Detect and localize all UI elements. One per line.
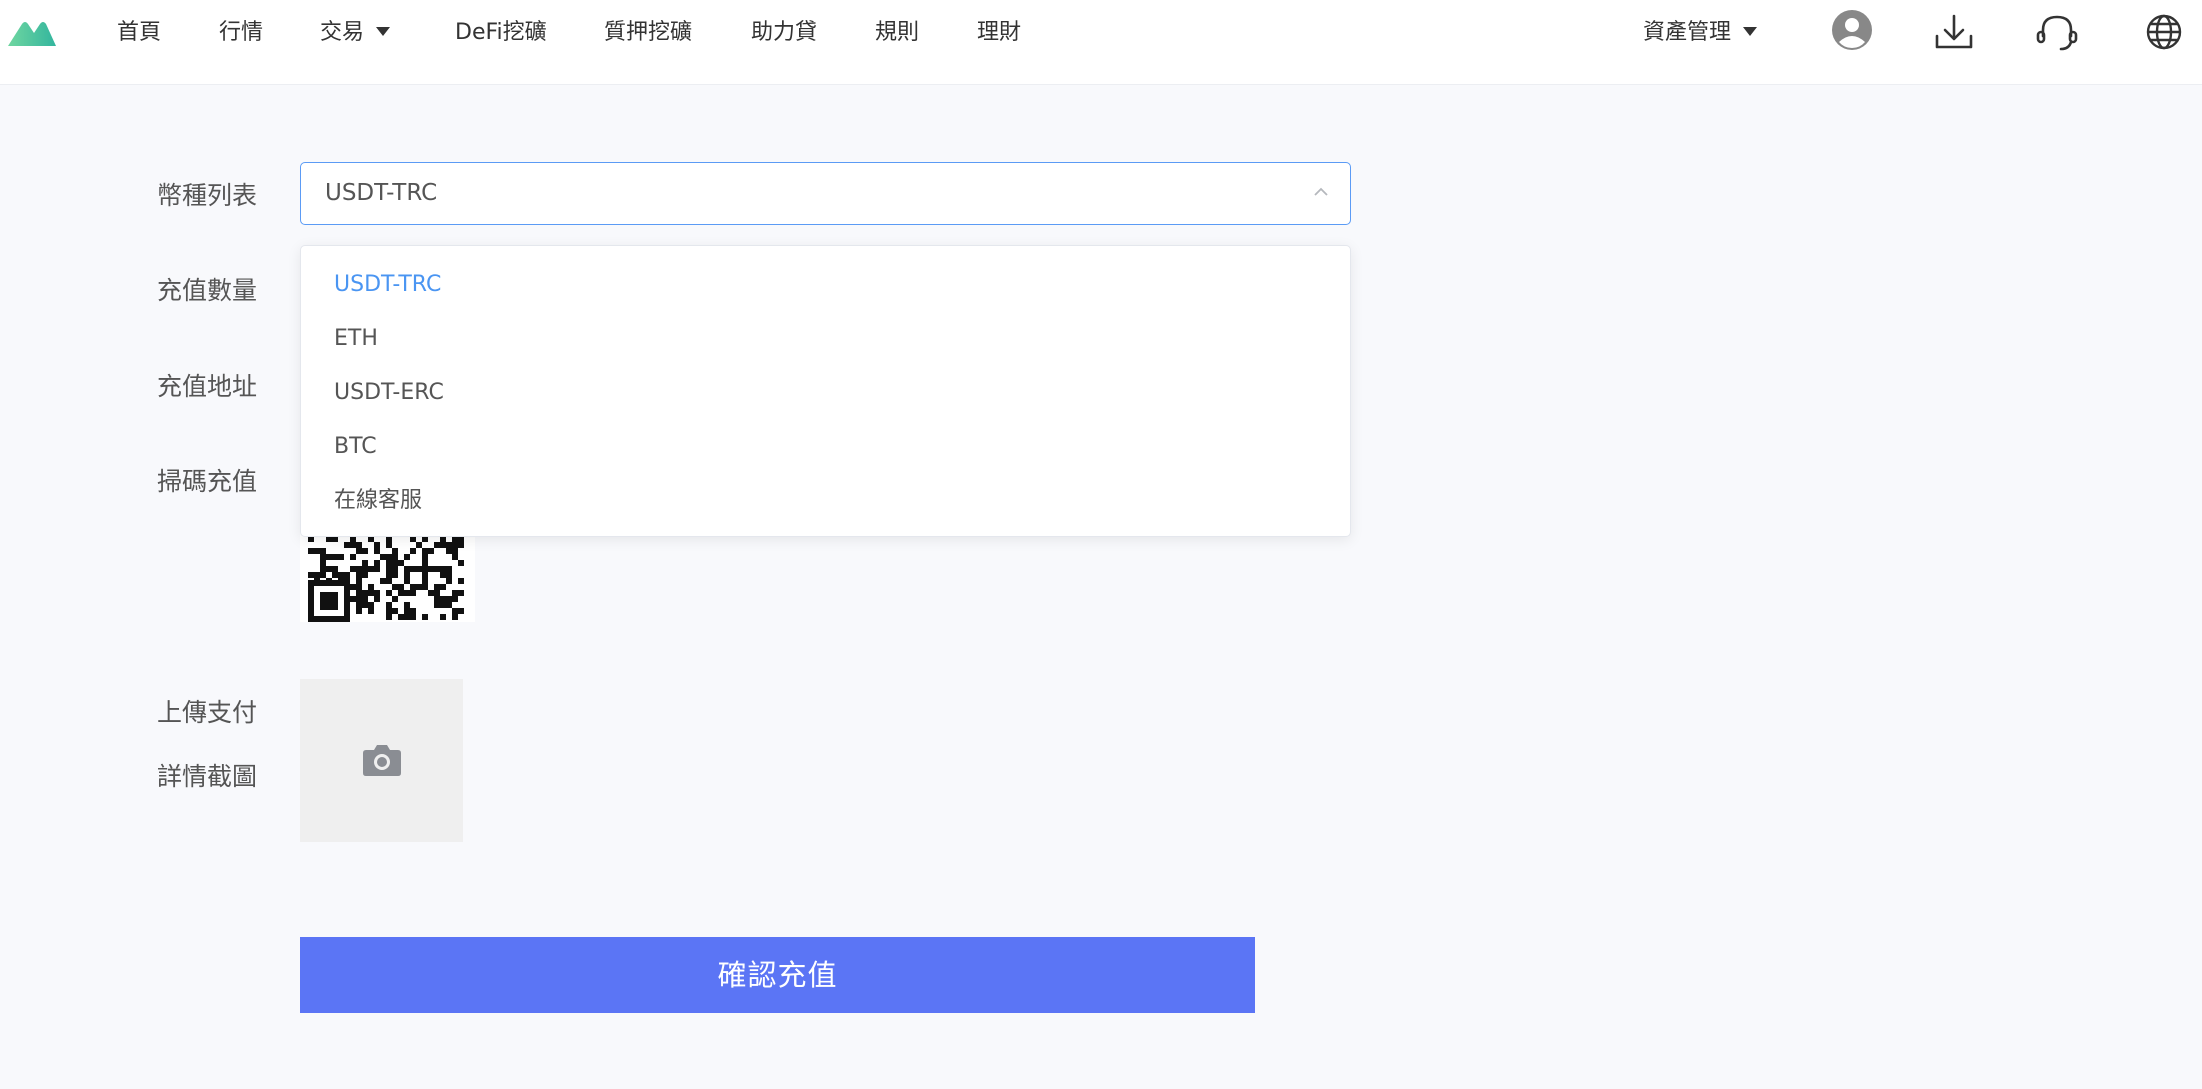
nav-home[interactable]: 首頁 — [117, 0, 161, 66]
asset-management-label: 資產管理 — [1643, 20, 1732, 45]
chevron-up-icon — [1314, 187, 1328, 196]
nav-staking-mining[interactable]: 質押挖礦 — [604, 0, 692, 66]
nav-asset-management[interactable]: 資產管理 — [1643, 0, 1758, 66]
confirm-deposit-button[interactable]: 確認充值 — [300, 937, 1255, 1013]
currency-list-label: 幣種列表 — [157, 181, 258, 210]
currency-select[interactable]: USDT-TRC — [300, 162, 1351, 225]
camera-icon — [363, 745, 401, 776]
nav-rules[interactable]: 規則 — [875, 0, 919, 66]
currency-option-online-support[interactable]: 在線客服 — [301, 474, 1350, 528]
scan-deposit-label: 掃碼充值 — [157, 467, 258, 496]
currency-option-usdt-trc[interactable]: USDT-TRC — [301, 258, 1350, 312]
caret-down-icon — [1743, 26, 1758, 36]
upload-payment-label-line1: 上傳支付 — [157, 698, 258, 727]
currency-option-btc[interactable]: BTC — [301, 420, 1350, 474]
nav-trade-label: 交易 — [320, 20, 365, 45]
currency-option-usdt-erc[interactable]: USDT-ERC — [301, 366, 1350, 420]
upload-payment-label-line2: 詳情截圖 — [157, 762, 258, 791]
user-avatar-icon[interactable] — [1830, 10, 1874, 54]
deposit-qr-code — [300, 530, 475, 622]
deposit-address-label: 充值地址 — [157, 372, 258, 401]
upload-screenshot-box[interactable] — [300, 679, 463, 842]
top-navbar: 首頁 行情 交易 DeFi挖礦 質押挖礦 助力貸 規則 理財 資產管理 — [0, 0, 2202, 85]
nav-market[interactable]: 行情 — [219, 0, 263, 66]
headset-icon[interactable] — [2035, 10, 2079, 54]
caret-down-icon — [376, 26, 391, 36]
currency-dropdown: USDT-TRC ETH USDT-ERC BTC 在線客服 — [300, 245, 1351, 537]
download-icon[interactable] — [1932, 10, 1976, 54]
nav-loan[interactable]: 助力貸 — [751, 0, 817, 66]
globe-icon[interactable] — [2142, 10, 2186, 54]
currency-select-value: USDT-TRC — [325, 180, 438, 206]
deposit-amount-label: 充值數量 — [157, 276, 258, 305]
currency-option-eth[interactable]: ETH — [301, 312, 1350, 366]
nav-defi-mining[interactable]: DeFi挖礦 — [455, 0, 547, 66]
logo[interactable] — [8, 18, 56, 48]
nav-trade[interactable]: 交易 — [320, 0, 391, 66]
nav-finance[interactable]: 理財 — [977, 0, 1021, 66]
